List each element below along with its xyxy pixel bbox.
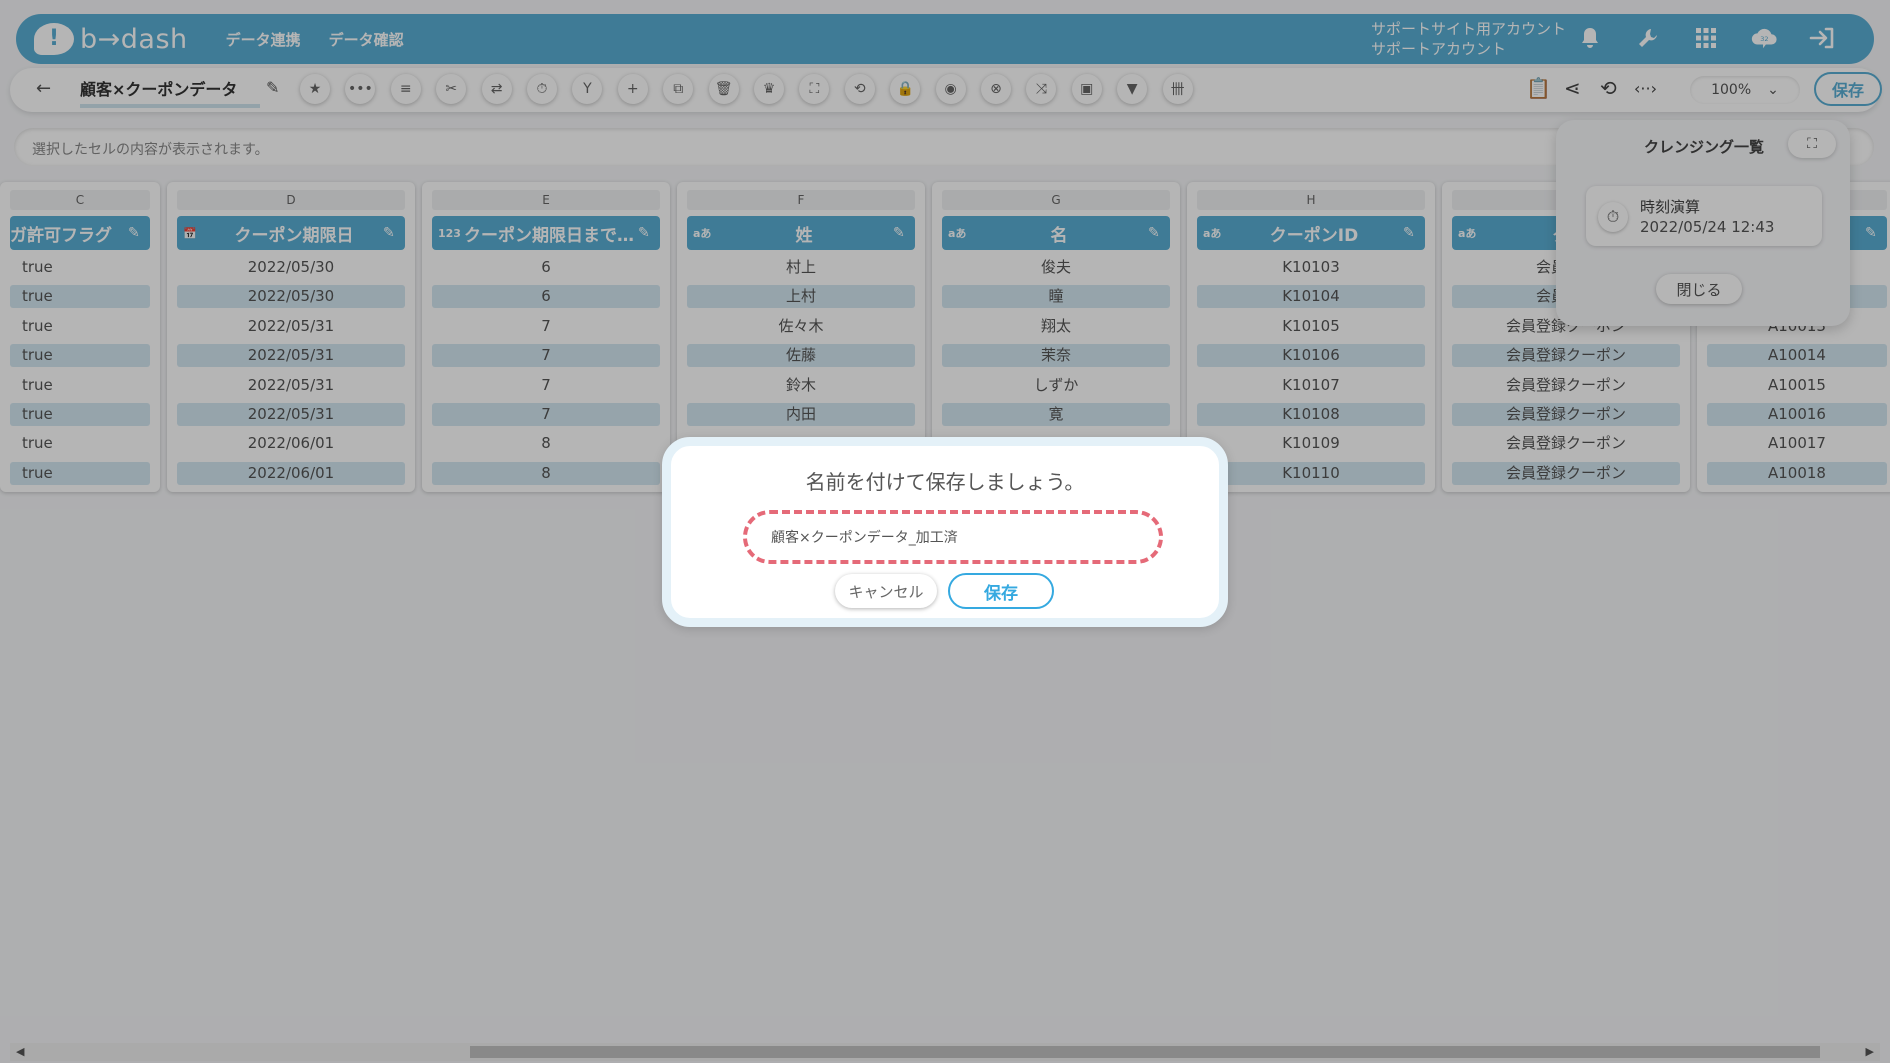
save-button[interactable]: 保存: [948, 573, 1054, 609]
cancel-button[interactable]: キャンセル: [835, 574, 937, 608]
dialog-title: 名前を付けて保存しましょう。: [805, 470, 1085, 494]
save-as-dialog: 名前を付けて保存しましょう。 顧客×クーポンデータ_加工済 キャンセル 保存: [662, 437, 1228, 627]
dataset-name-input[interactable]: 顧客×クーポンデータ_加工済: [743, 510, 1163, 564]
